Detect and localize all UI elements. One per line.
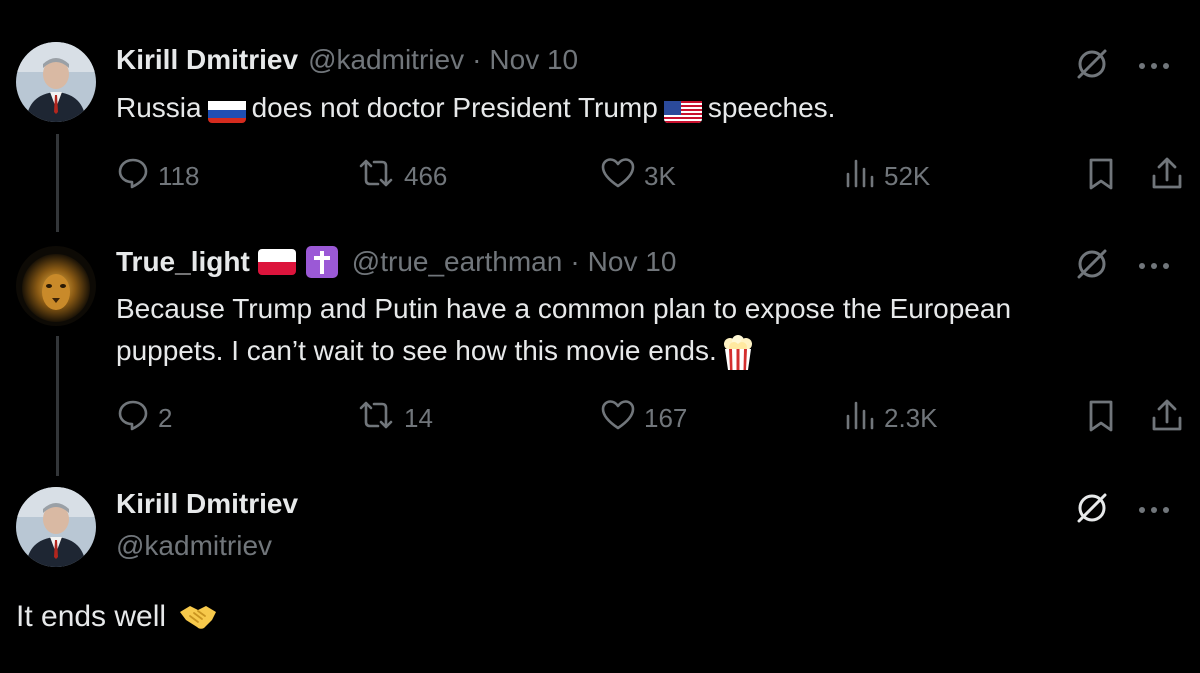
tweet-header: Kirill Dmitriev @kadmitriev · Nov 10 bbox=[116, 44, 578, 76]
repost-count: 14 bbox=[404, 403, 433, 433]
tweet-header: True_light @true_earthman · Nov 10 bbox=[116, 246, 676, 278]
tweet-text-part: does not doctor President Trump bbox=[251, 92, 658, 123]
more-icon[interactable] bbox=[1138, 58, 1170, 76]
avatar[interactable] bbox=[16, 487, 96, 567]
author-name[interactable]: Kirill Dmitriev bbox=[116, 44, 298, 76]
repost-count: 466 bbox=[404, 161, 448, 191]
avatar[interactable] bbox=[16, 42, 96, 122]
like-count: 3K bbox=[644, 161, 676, 191]
reply-icon bbox=[116, 398, 158, 439]
tweet-date[interactable]: Nov 10 bbox=[489, 44, 578, 76]
share-icon bbox=[1150, 398, 1192, 441]
tweet-top-icons bbox=[1074, 490, 1170, 531]
tweet-subheader: @kadmitriev bbox=[116, 530, 272, 562]
like-button[interactable]: 167 bbox=[600, 398, 687, 439]
tweet-text-part: puppets. I can’t wait to see how this mo… bbox=[116, 335, 717, 366]
repost-button[interactable]: 466 bbox=[356, 156, 447, 197]
author-name[interactable]: Kirill Dmitriev bbox=[116, 488, 298, 520]
grok-icon[interactable] bbox=[1074, 46, 1110, 87]
tweet-text-part: It ends well bbox=[16, 600, 167, 633]
bookmark-button[interactable] bbox=[1086, 156, 1124, 199]
views-button[interactable]: 52K bbox=[844, 156, 930, 197]
like-icon bbox=[600, 398, 644, 439]
author-handle[interactable]: @kadmitriev bbox=[116, 530, 272, 562]
tweet-text-line: Because Trump and Putin have a common pl… bbox=[116, 293, 1012, 324]
russia-flag-icon bbox=[207, 97, 246, 123]
author-name[interactable]: True_light bbox=[116, 246, 250, 278]
thread-line bbox=[56, 336, 59, 476]
tweet-actions: 118 466 3K 52K bbox=[116, 156, 1186, 196]
tweet-text: Russia does not doctor President Trump spe… bbox=[116, 87, 835, 129]
reply-icon bbox=[116, 156, 158, 197]
author-handle[interactable]: @true_earthman bbox=[352, 246, 563, 278]
handshake-icon bbox=[178, 602, 218, 632]
reply-button[interactable]: 2 bbox=[116, 398, 172, 439]
author-handle[interactable]: @kadmitriev bbox=[308, 44, 464, 76]
reply-count: 2 bbox=[158, 403, 173, 433]
tweet-header: Kirill Dmitriev bbox=[116, 488, 298, 520]
reply-button[interactable]: 118 bbox=[116, 156, 199, 197]
tweet-text-line: puppets. I can’t wait to see how this mo… bbox=[116, 330, 1011, 372]
poland-flag-icon bbox=[257, 249, 296, 275]
bookmark-icon bbox=[1086, 156, 1124, 199]
latin-cross-icon bbox=[305, 246, 338, 278]
tweet-actions: 2 14 167 2.3K bbox=[116, 398, 1186, 438]
like-icon bbox=[600, 156, 644, 197]
tweet-text-part: Russia bbox=[116, 92, 202, 123]
like-count: 167 bbox=[644, 403, 688, 433]
views-count: 2.3K bbox=[884, 403, 938, 433]
repost-icon bbox=[356, 398, 404, 439]
tweet-text-part: speeches. bbox=[707, 92, 836, 123]
popcorn-icon bbox=[721, 334, 755, 372]
tweet-text: Because Trump and Putin have a common pl… bbox=[116, 288, 1011, 372]
bookmark-icon bbox=[1086, 398, 1124, 441]
share-button[interactable] bbox=[1150, 156, 1192, 199]
reply-count: 118 bbox=[158, 161, 200, 191]
like-button[interactable]: 3K bbox=[600, 156, 676, 197]
tweet-top-icons bbox=[1074, 46, 1170, 87]
tweet-date[interactable]: Nov 10 bbox=[588, 246, 677, 278]
views-icon bbox=[844, 398, 884, 439]
more-icon[interactable] bbox=[1138, 258, 1170, 276]
avatar[interactable] bbox=[16, 246, 96, 326]
views-icon bbox=[844, 156, 884, 197]
grok-icon[interactable] bbox=[1074, 246, 1110, 287]
tweet-text: It ends well bbox=[16, 600, 218, 634]
views-count: 52K bbox=[884, 161, 931, 191]
share-icon bbox=[1150, 156, 1192, 199]
more-icon[interactable] bbox=[1138, 502, 1170, 520]
views-button[interactable]: 2.3K bbox=[844, 398, 938, 439]
separator: · bbox=[472, 44, 482, 75]
bookmark-button[interactable] bbox=[1086, 398, 1124, 441]
share-button[interactable] bbox=[1150, 398, 1192, 441]
separator: · bbox=[570, 246, 580, 277]
repost-button[interactable]: 14 bbox=[356, 398, 433, 439]
tweet-top-icons bbox=[1074, 246, 1170, 287]
thread-line bbox=[56, 134, 59, 232]
usa-flag-icon bbox=[663, 97, 702, 123]
grok-icon[interactable] bbox=[1074, 490, 1110, 531]
repost-icon bbox=[356, 156, 404, 197]
